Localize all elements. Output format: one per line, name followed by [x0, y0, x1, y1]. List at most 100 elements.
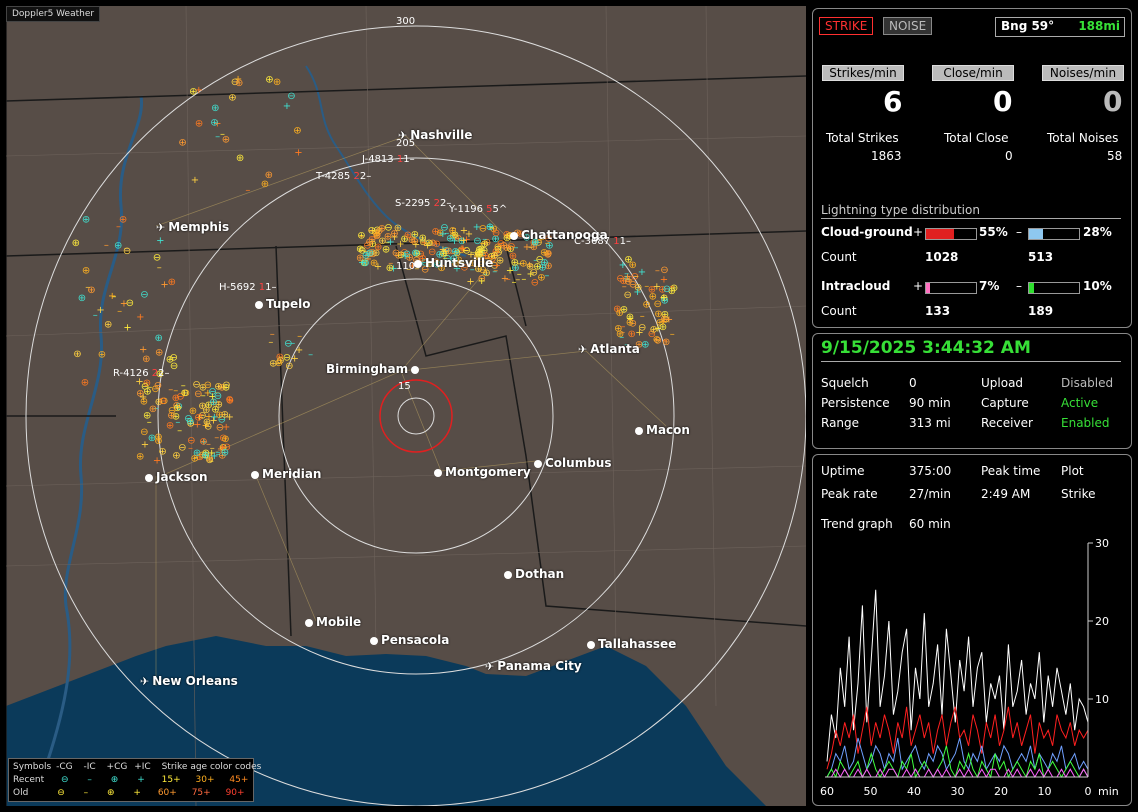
strike-symbol: ⊕	[225, 394, 233, 405]
strike-symbol: –	[663, 335, 668, 346]
strike-symbol: +	[123, 322, 131, 333]
strike-symbol: +	[638, 267, 646, 278]
strike-symbol: ⊖	[154, 380, 162, 391]
strike-symbol: ⊖	[192, 379, 200, 390]
storm-tag[interactable]: Y-1196 55^	[449, 204, 507, 215]
city-meridian[interactable]: Meridian	[251, 467, 321, 481]
city-huntsville[interactable]: Huntsville	[414, 256, 493, 270]
strike-symbol: ⊕	[78, 293, 86, 304]
strike-symbol: –	[175, 417, 180, 428]
neg-ic-recent-icon: –	[87, 775, 92, 785]
strike-symbol: –	[640, 311, 645, 322]
city-dot-icon	[370, 636, 378, 645]
strike-symbol: –	[514, 243, 519, 254]
cg-positive-bar	[925, 228, 977, 240]
strike-symbol: ⊕	[404, 230, 412, 241]
capture-label: Capture	[981, 396, 1029, 410]
strike-symbol: ⊖	[660, 265, 668, 276]
strike-symbol: –	[368, 225, 373, 236]
city-dot-icon	[504, 570, 512, 579]
city-new-orleans[interactable]: ✈ New Orleans	[140, 674, 238, 688]
strike-symbol: +	[222, 422, 230, 433]
strike-symbol: ⊕	[641, 340, 649, 351]
strike-button[interactable]: STRIKE	[819, 17, 874, 35]
strike-symbol: –	[215, 132, 220, 143]
city-dot-icon	[414, 259, 422, 268]
city-montgomery[interactable]: Montgomery	[434, 465, 531, 479]
city-dot-icon	[411, 365, 420, 374]
strike-stats-panel: STRIKE NOISE Bng 59° 188mi Strikes/min C…	[812, 8, 1132, 328]
strike-symbol: +	[450, 236, 458, 247]
storm-tag[interactable]: J-4813 11–	[362, 154, 415, 165]
trend-graph-label: Trend graph	[821, 517, 893, 531]
strike-symbol: +	[466, 276, 474, 287]
noises-per-min-value: 0	[1103, 85, 1123, 118]
strike-symbol: ⊕	[394, 223, 402, 234]
strike-symbol: ⊕	[168, 277, 176, 288]
strike-symbol: ⊕	[620, 305, 628, 316]
city-jackson[interactable]: Jackson	[145, 470, 208, 484]
ring-label: 15	[398, 381, 411, 392]
strike-symbol: ⊕	[104, 320, 112, 331]
ic-count-label: Count	[821, 304, 857, 318]
strike-symbol: –	[117, 306, 122, 317]
city-tupelo[interactable]: Tupelo	[255, 297, 311, 311]
strike-symbol: ⊕	[158, 447, 166, 458]
city-dot-icon	[251, 470, 259, 479]
city-columbus[interactable]: Columbus	[534, 456, 612, 470]
city-birmingham[interactable]: Birmingham	[326, 362, 422, 376]
radar-map[interactable]: ⊕ + ⊖ + ⊕ ⊖ ⊖ ⊕ ⊕ ⊖ ⊕ ⊕ ⊕ ⊕ ⊕ ⊕ ⊖ + ⊕ ⊕ + ⊕ ⊕ – – ⊕ ⊕ ⊕ – – – + ⊖ + – ⊕ – + ⊕ ⊖…	[6, 6, 806, 806]
city-nashville[interactable]: ✈ Nashville	[398, 128, 472, 142]
trend-series-line	[826, 589, 1089, 762]
strike-symbol: +	[633, 287, 641, 298]
strike-symbol: +	[295, 345, 303, 356]
strike-symbol: +	[458, 243, 466, 254]
city-atlanta[interactable]: ✈ Atlanta	[578, 342, 640, 356]
strike-symbol: ⊕	[195, 119, 203, 130]
city-dot-icon	[305, 618, 313, 627]
strike-symbol: ⊕	[119, 215, 127, 226]
squelch-value: 0	[909, 376, 917, 390]
strike-symbol: ⊕	[356, 244, 364, 255]
receiver-value: Enabled	[1061, 416, 1110, 430]
city-memphis[interactable]: ✈ Memphis	[156, 220, 229, 234]
plot-value[interactable]: Strike	[1061, 487, 1096, 501]
strikes-per-min-header: Strikes/min	[822, 65, 904, 81]
storm-tag[interactable]: H-5692 11–	[219, 282, 277, 293]
close-per-min-value: 0	[993, 85, 1013, 118]
neg-ic-old-icon: –	[83, 788, 89, 798]
total-noises-value: 58	[1107, 149, 1123, 163]
ic-positive-count: 133	[925, 304, 951, 318]
legend-symbols-label: Symbols	[13, 762, 52, 772]
city-tallahassee[interactable]: Tallahassee	[587, 637, 676, 651]
ring-label: 300	[396, 16, 416, 27]
storm-tag[interactable]: S-2295 22–	[395, 198, 451, 209]
city-pensacola[interactable]: Pensacola	[370, 633, 449, 647]
city-dothan[interactable]: Dothan	[504, 567, 564, 581]
strike-symbol: –	[670, 329, 675, 340]
strike-symbol: ⊕	[140, 397, 148, 408]
strike-symbol: ⊕	[198, 401, 206, 412]
strike-symbol: –	[245, 185, 250, 196]
cg-positive-count: 1028	[925, 250, 959, 264]
strike-symbols: ⊕+⊖+⊕⊖⊖⊕⊕⊖⊕⊕⊕⊕⊕⊕⊖+⊕⊕+⊕⊕––⊕⊕⊕–––+⊖+–⊕–+ ⊕⊖…	[72, 74, 679, 467]
storm-tag[interactable]: T-4285 22–	[316, 171, 371, 182]
strike-symbol: ⊕	[650, 324, 658, 335]
noise-button[interactable]: NOISE	[883, 17, 933, 35]
storm-tag[interactable]: C-3687 11–	[574, 236, 631, 247]
strike-symbol: –	[517, 258, 522, 269]
range-value: 313 mi	[909, 416, 951, 430]
strike-symbol: –	[201, 390, 206, 401]
x-tick-label: 0	[1085, 785, 1092, 798]
strike-symbol: ⊕	[73, 349, 81, 360]
storm-tag[interactable]: R-4126 22–	[113, 368, 170, 379]
city-macon[interactable]: Macon	[635, 423, 690, 437]
strike-symbol: –	[104, 240, 109, 251]
strike-symbol: ⊖	[654, 299, 662, 310]
strike-symbol: ⊕	[293, 126, 301, 137]
strike-symbol: ⊕	[82, 266, 90, 277]
city-mobile[interactable]: Mobile	[305, 615, 361, 629]
city-panama-city[interactable]: ✈ Panama City	[485, 659, 582, 673]
ic-positive-bar	[925, 282, 977, 294]
strike-symbol: ⊕	[236, 153, 244, 164]
